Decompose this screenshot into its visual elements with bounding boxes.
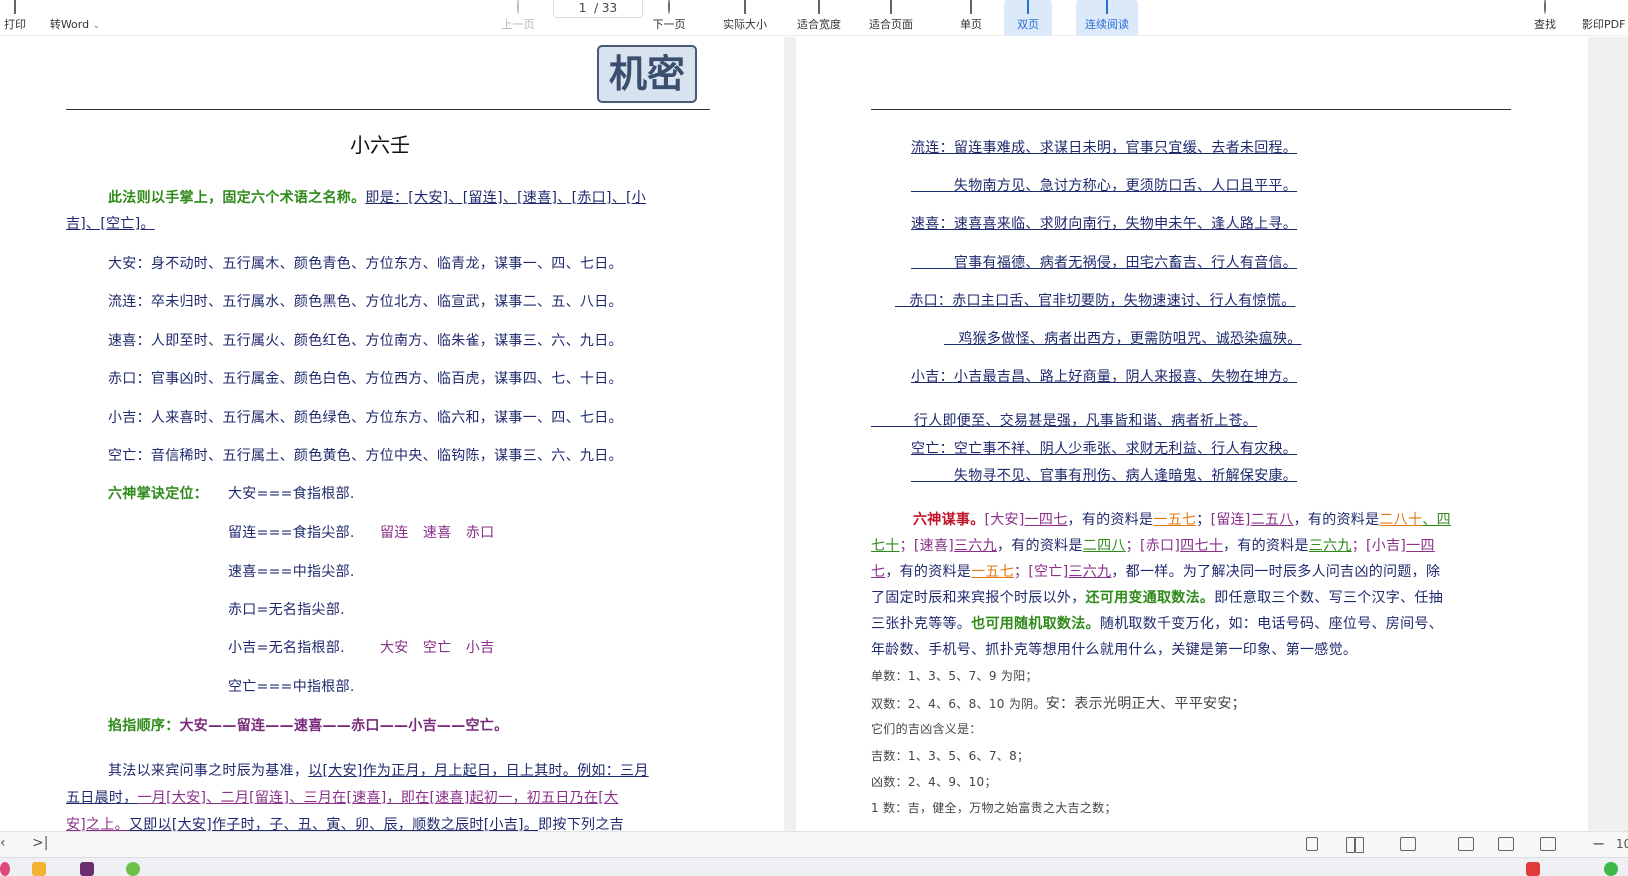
header-rule <box>66 109 710 110</box>
double-page-view-icon[interactable] <box>1346 837 1364 853</box>
verse-line: 流连：留连事难成、求谋日未明，官事只宜缓、去者未回程。 <box>911 140 1298 156</box>
arrow-down-icon <box>648 0 690 14</box>
shadow-pdf-button[interactable]: 影印PDF <box>1582 0 1628 36</box>
tray-icon[interactable] <box>1604 862 1618 876</box>
verse-line: 空亡：空亡事不祥、阴人少乖张、求财无利益、行人有灾秧。 <box>911 441 1298 457</box>
page-total: / 33 <box>594 1 618 15</box>
next-page-button[interactable]: 下一页 <box>648 0 690 36</box>
verse-line: 鸡猴多做怪、病者出西方，更需防咀咒、诚恐染瘟殃。 <box>958 331 1302 347</box>
chevron-down-icon: ⌄ <box>92 21 101 31</box>
single-page-icon <box>956 0 986 14</box>
last-page-icon[interactable]: >| <box>32 835 48 851</box>
matter-line-6: 年龄数、手机号、抓扑克等想用什么就用什么，关键是第一印象、第一感觉。 <box>871 642 1358 658</box>
app-icon[interactable] <box>80 862 94 876</box>
continuous-reading-button[interactable]: 连续阅读 <box>1076 0 1138 36</box>
zoom-level: 10 <box>1616 837 1628 851</box>
rule-line: 大安：身不动时、五行属木、颜色青色、方位东方、临青龙，谋事一、四、七日。 <box>108 256 623 272</box>
palm-item: 空亡===中指根部. <box>228 679 355 695</box>
verse-line: 失物南方见、急讨方称心，更须防口舌、人口且平平。 <box>953 178 1298 194</box>
single-page-view-icon[interactable] <box>1306 837 1318 851</box>
verse-line: 行人即便至、交易甚是强，凡事皆和谐、病者祈上苍。 <box>913 413 1258 429</box>
verse-line: 官事有福德、病者无祸侵，田宅六畜吉、行人有音信。 <box>953 255 1298 271</box>
fit-page-view-icon[interactable] <box>1540 837 1556 851</box>
fit-width-view-icon[interactable] <box>1498 837 1514 851</box>
order-line: 掐指顺序：大安——留连——速喜——赤口——小吉——空亡。 <box>108 718 509 734</box>
app-icon[interactable] <box>126 862 140 876</box>
to-word-label: 转Word <box>49 18 90 31</box>
to-word-button[interactable]: 转Word ⌄ <box>44 0 106 36</box>
method-line-3: 安]之上。又即以[大安]作子时，子、丑、寅、卯、辰，顺数之辰时[小吉]。即按下列… <box>66 817 624 831</box>
number-line: 它们的吉凶含义是： <box>871 722 982 736</box>
print-button[interactable]: 打印 <box>0 0 30 36</box>
continuous-view-icon[interactable] <box>1400 837 1416 851</box>
folder-icon[interactable] <box>32 862 46 876</box>
verse-line: 赤口：赤口主口舌、官非切要防，失物速速讨、行人有惊慌。 <box>909 293 1296 309</box>
status-bar: ‹ >| − 10 <box>0 831 1628 857</box>
method-line-2: 五日晨时，一月[大安]、二月[留连]、三月在[速喜]，即在[速喜]起初一，初五日… <box>66 790 619 806</box>
matter-line-4: 了固定时辰和来宾报个时辰以外，还可用变通取数法。即任意取三个数、写三个汉字、任抽 <box>871 590 1444 606</box>
palm-note: 大安 空亡 小吉 <box>380 640 495 656</box>
double-page-button[interactable]: 双页 <box>1004 0 1052 36</box>
matter-line-1: 六神谋事。[大安]一四七，有的资料是一五七；[留连]二五八，有的资料是二八十、四 <box>913 512 1451 528</box>
app-icon[interactable] <box>0 862 10 876</box>
number-line: 1 数：吉，健全，万物之始富贵之大吉之数； <box>871 801 1117 815</box>
rule-line: 流连：卒未归时、五行属水、颜色黑色、方位北方、临宣武，谋事二、五、八日。 <box>108 294 623 310</box>
verse-line: 失物寻不见、官事有刑伤、病人逢暗鬼、祈解保安康。 <box>953 468 1298 484</box>
rule-line: 小吉：人来喜时、五行属木、颜色绿色、方位东方、临六和，谋事一、四、七日。 <box>108 410 623 426</box>
page-current: 1 <box>578 1 587 15</box>
palm-item: 小吉=无名指根部. <box>228 640 345 656</box>
actual-size-button[interactable]: 实际大小 <box>718 0 772 36</box>
palm-note: 留连 速喜 赤口 <box>380 525 495 541</box>
palm-item: 速喜===中指尖部. <box>228 564 355 580</box>
palm-item: 大安===食指根部. <box>228 486 355 502</box>
find-button[interactable]: 查找 <box>1530 0 1560 36</box>
palm-label: 六神掌诀定位： <box>108 486 209 502</box>
number-line: 吉数：1、3、5、6、7、8； <box>871 749 1030 763</box>
actual-size-icon <box>718 0 772 14</box>
right-page: 流连：留连事难成、求谋日未明，官事只宜缓、去者未回程。 失物南方见、急讨方称心，… <box>796 37 1588 831</box>
continuous-icon <box>1076 0 1138 14</box>
double-page-icon <box>1004 0 1052 14</box>
number-line: 单数：1、3、5、7、9 为阳； <box>871 669 1038 683</box>
fit-page-icon <box>864 0 918 14</box>
intro-line-1: 此法则以手掌上，固定六个术语之名称。即是：[大安]、[留连]、[速喜]、[赤口]… <box>108 190 647 206</box>
confidential-stamp: 机密 <box>597 45 697 103</box>
rule-line: 空亡：音信稀时、五行属土、颜色黄色、方位中央、临钩陈，谋事三、六、九日。 <box>108 448 623 464</box>
single-page-button[interactable]: 单页 <box>956 0 986 36</box>
palm-item: 赤口=无名指尖部. <box>228 602 345 618</box>
page-number-input[interactable]: 1 / 33 <box>553 0 643 18</box>
arrow-up-icon <box>496 0 540 14</box>
taskbar <box>0 857 1628 876</box>
rule-line: 速喜：人即至时、五行属火、颜色红色、方位南方、临朱雀，谋事三、六、九日。 <box>108 333 623 349</box>
fit-width-button[interactable]: 适合宽度 <box>792 0 846 36</box>
matter-line-2: 七十；[速喜]三六九，有的资料是二四八；[赤口]四七十，有的资料是三六九；[小吉… <box>871 538 1435 554</box>
verse-line: 速喜：速喜喜来临、求财向南行，失物申未午、逢人路上寻。 <box>911 216 1298 232</box>
document-viewer[interactable]: 机密 小六壬 此法则以手掌上，固定六个术语之名称。即是：[大安]、[留连]、[速… <box>0 37 1628 831</box>
matter-line-5: 三张扑克等等。也可用随机取数法。随机取数千变万化，如：电话号码、座位号、房间号、 <box>871 616 1444 632</box>
number-line: 凶数：2、4、9、10； <box>871 775 997 789</box>
fit-width-icon <box>792 0 846 14</box>
printer-icon <box>0 0 30 14</box>
method-line-1: 其法以来宾问事之时辰为基准，以[大安]作为正月，月上起日，日上其时。例如：三月 <box>108 763 649 779</box>
search-icon <box>1530 0 1560 14</box>
left-page: 机密 小六壬 此法则以手掌上，固定六个术语之名称。即是：[大安]、[留连]、[速… <box>0 37 784 831</box>
verse-line: 小吉：小吉最吉昌、路上好商量，阴人来报喜、失物在坤方。 <box>911 369 1298 385</box>
fit-page-button[interactable]: 适合页面 <box>864 0 918 36</box>
tray-icon[interactable] <box>1526 862 1540 876</box>
intro-line-2: 吉]、[空亡]。 <box>66 216 155 232</box>
number-line: 双数：2、4、6、8、10 为阴。安：表示光明正大、平平安安； <box>871 696 1246 712</box>
header-rule <box>871 109 1511 110</box>
rule-line: 赤口：官事凶时、五行属金、颜色白色、方位西方、临百虎，谋事四、七、十日。 <box>108 371 623 387</box>
prev-page-button[interactable]: 上一页 <box>496 0 540 36</box>
page-title: 小六壬 <box>350 133 410 157</box>
palm-item: 留连===食指尖部. <box>228 525 355 541</box>
matter-line-3: 七，有的资料是一五七；[空亡]三六九，都一样。为了解决同一时辰多人问吉凶的问题，… <box>871 564 1441 580</box>
prev-page-icon[interactable]: ‹ <box>0 835 6 851</box>
zoom-out-button[interactable]: − <box>1592 834 1605 853</box>
actual-size-view-icon[interactable] <box>1458 837 1474 851</box>
toolbar: 打印 转Word ⌄ 上一页 1 / 33 下一页 实际大小 适合宽度 适合页面… <box>0 0 1628 36</box>
